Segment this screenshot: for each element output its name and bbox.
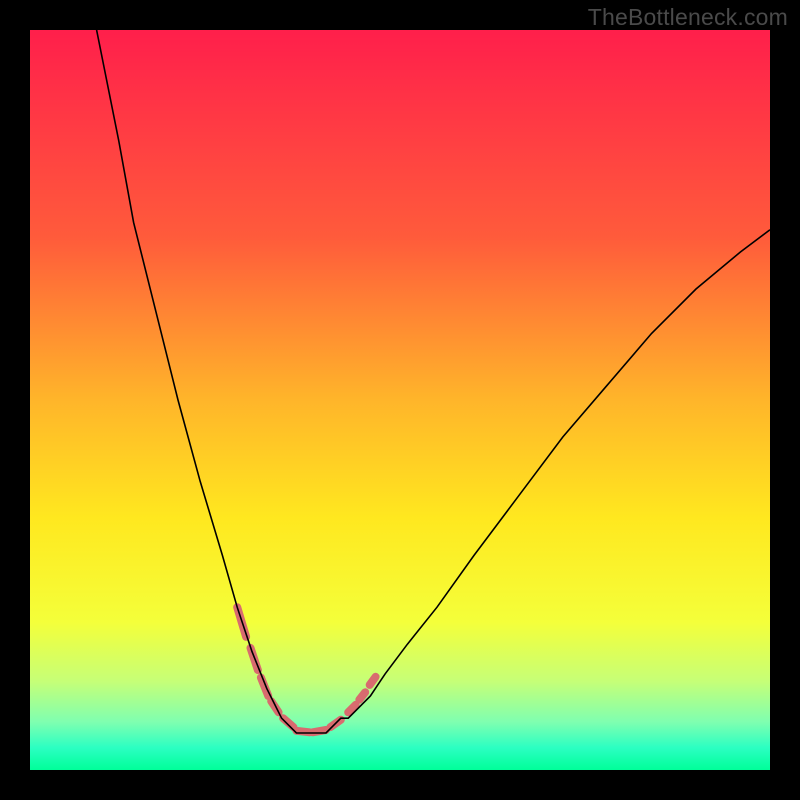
bottleneck-curve xyxy=(97,30,770,733)
confidence-dashes xyxy=(237,607,375,732)
chart-frame: TheBottleneck.com xyxy=(0,0,800,800)
watermark-text: TheBottleneck.com xyxy=(588,4,788,31)
plot-area xyxy=(30,30,770,770)
chart-overlay xyxy=(30,30,770,770)
